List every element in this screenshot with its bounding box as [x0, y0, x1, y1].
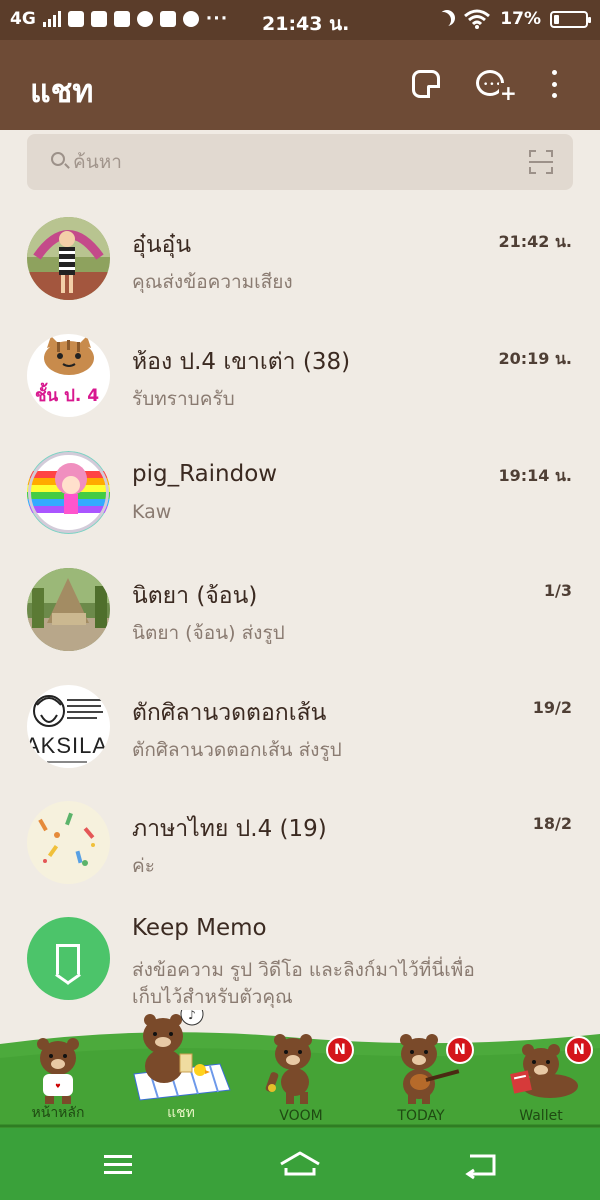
chat-item[interactable]: ชั้น ป. 4 ห้อง ป.4 เขาเต่า (38) รับทราบค… [0, 334, 600, 451]
chat-name: นิตยา (จ้อน) [132, 583, 258, 609]
avatar [27, 801, 110, 884]
chat-name: ตักศิลานวดตอกเส้น [132, 700, 327, 726]
new-badge: N [446, 1036, 474, 1064]
status-bar: 4G ··· 21:43 น. 17% [0, 0, 600, 40]
chat-item[interactable]: นิตยา (จ้อน) นิตยา (จ้อน) ส่งรูป 1/3 [0, 568, 600, 685]
chat-name: อุ๋นอุ๋น [132, 232, 192, 258]
chat-preview: รับทราบครับ [132, 388, 235, 410]
bookmark-icon [56, 944, 80, 974]
moon-icon [435, 12, 451, 28]
chat-time: 19:14 น. [498, 466, 572, 485]
chat-preview: คุณส่งข้อความเสียง [132, 271, 293, 293]
network-label: 4G [10, 9, 36, 29]
chat-name: pig_Raindow [132, 461, 278, 487]
youtube-icon [159, 11, 176, 27]
scan-icon[interactable] [529, 150, 553, 174]
chat-name: Keep Memo [132, 915, 267, 941]
avatar [27, 917, 110, 1000]
chat-preview: ส่งข้อความ รูป วิดีโอ และลิงก์มาไว้ที่นี… [132, 959, 475, 1008]
chat-preview: ตักศิลานวดตอกเส้น ส่งรูป [132, 739, 342, 761]
avatar [27, 568, 110, 651]
avatar: AKSILA [27, 685, 110, 768]
facebook-icon [90, 11, 107, 27]
signal-icon [42, 11, 61, 27]
battery-percent: 17% [500, 9, 541, 29]
svg-text:♥: ♥ [55, 1083, 60, 1090]
system-nav-bar [0, 1128, 600, 1200]
tab-wallet[interactable]: N Wallet [486, 1028, 596, 1128]
chat-preview: นิตยา (จ้อน) ส่งรูป [132, 622, 285, 644]
messenger-icon [182, 11, 199, 27]
avatar [27, 217, 110, 300]
more-icon[interactable] [550, 70, 558, 98]
tab-bar: ♥ หน้าหลัก ♪ แชท N VOOM N TODAY N Wallet [0, 1010, 600, 1128]
note-icon[interactable] [412, 70, 440, 98]
facebook-icon [67, 11, 84, 27]
avatar [27, 451, 110, 534]
home-icon[interactable] [270, 1148, 330, 1180]
tab-label: หน้าหลัก [31, 1105, 85, 1121]
chat-bubble-icon [136, 11, 153, 27]
chat-item[interactable]: อุ๋นอุ๋น คุณส่งข้อความเสียง 21:42 น. [0, 217, 600, 334]
chat-time: 18/2 [532, 814, 572, 833]
brown-bear-icon: ♥ [37, 1038, 79, 1104]
tab-label: แชท [167, 1105, 195, 1121]
chat-name: ห้อง ป.4 เขาเต่า (38) [132, 349, 351, 375]
new-badge: N [565, 1036, 593, 1064]
chat-time: 20:19 น. [498, 349, 572, 368]
battery-icon [550, 10, 591, 28]
tab-label: VOOM [279, 1108, 323, 1124]
keep-memo-item[interactable]: Keep Memo ส่งข้อความ รูป วิดีโอ และลิงก์… [0, 915, 600, 1034]
tab-label: Wallet [519, 1108, 563, 1124]
more-notifications-icon: ··· [205, 9, 229, 29]
tab-voom[interactable]: N VOOM [246, 1028, 356, 1128]
chat-item[interactable]: pig_Raindow Kaw 19:14 น. [0, 451, 600, 568]
add-chat-icon[interactable]: ••• + [476, 70, 518, 103]
chat-item[interactable]: AKSILA ตักศิลานวดตอกเส้น ตักศิลานวดตอกเส… [0, 685, 600, 802]
tab-today[interactable]: N TODAY [366, 1028, 476, 1128]
page-title: แชท [30, 72, 94, 110]
svg-text:♪: ♪ [188, 1010, 196, 1022]
avatar-caption: ชั้น ป. 4 [35, 386, 100, 406]
tab-chat[interactable]: ♪ แชท [126, 1010, 236, 1128]
chat-item[interactable]: ภาษาไทย ป.4 (19) ค่ะ 18/2 [0, 801, 600, 918]
chat-preview: Kaw [132, 501, 172, 523]
chat-time: 21:42 น. [498, 232, 572, 251]
wifi-icon [464, 9, 491, 29]
search-bar [27, 134, 573, 190]
brown-bear-dancing-icon [265, 1034, 312, 1104]
chat-preview: ค่ะ [132, 855, 155, 877]
chat-time: 19/2 [532, 698, 572, 717]
tab-home[interactable]: ♥ หน้าหลัก [3, 1028, 113, 1128]
clock: 21:43 น. [262, 13, 350, 35]
new-badge: N [326, 1036, 354, 1064]
chat-name: ภาษาไทย ป.4 (19) [132, 816, 327, 842]
avatar: ชั้น ป. 4 [27, 334, 110, 417]
mail-icon [113, 11, 130, 27]
menu-icon[interactable] [88, 1148, 148, 1180]
chat-time: 1/3 [543, 581, 572, 600]
tab-label: TODAY [397, 1108, 445, 1124]
brown-bear-picnic-icon: ♪ [133, 1010, 231, 1101]
back-icon[interactable] [452, 1148, 512, 1180]
search-icon [51, 152, 65, 166]
avatar-caption: AKSILA [27, 733, 109, 758]
search-input[interactable] [73, 147, 493, 177]
app-header: แชท ••• + [0, 40, 600, 130]
